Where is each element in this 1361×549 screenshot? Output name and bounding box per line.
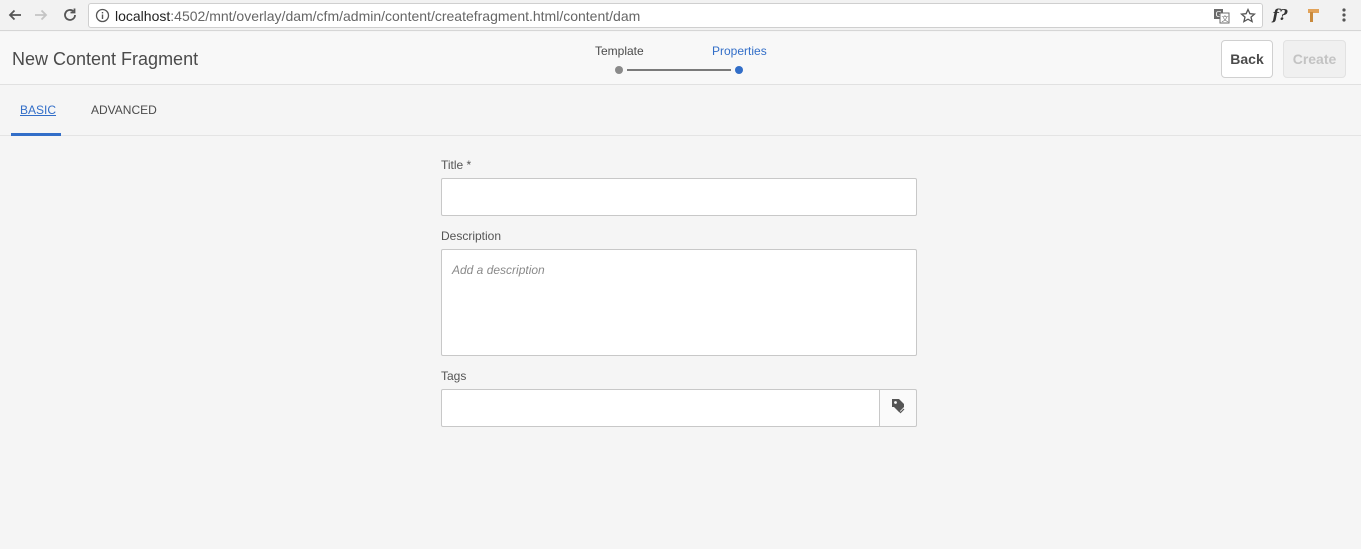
forward-arrow-icon[interactable] [30, 4, 52, 26]
more-vert-icon[interactable] [1333, 5, 1355, 25]
step-template-label: Template [595, 44, 644, 58]
tag-icon [890, 397, 906, 420]
description-placeholder: Add a description [452, 263, 545, 277]
tags-label: Tags [441, 369, 467, 383]
step-properties-label: Properties [712, 44, 767, 58]
back-arrow-icon[interactable] [4, 4, 26, 26]
address-bar[interactable]: localhost:4502/mnt/overlay/dam/cfm/admin… [88, 3, 1263, 28]
tags-input[interactable] [441, 389, 880, 427]
tag-picker-button[interactable] [879, 389, 917, 427]
app-header: New Content Fragment Template Properties… [0, 32, 1361, 85]
create-button[interactable]: Create [1283, 40, 1346, 78]
step-connector [627, 69, 731, 71]
info-icon[interactable] [95, 8, 110, 28]
step-properties-dot [735, 66, 743, 74]
url-path: :4502/mnt/overlay/dam/cfm/admin/content/… [170, 8, 641, 24]
tab-bar: BASIC ADVANCED [0, 86, 1361, 136]
translate-icon[interactable]: G文 [1213, 8, 1230, 29]
step-template-dot [615, 66, 623, 74]
title-label: Title * [441, 158, 472, 172]
title-input[interactable] [441, 178, 917, 216]
browser-toolbar: localhost:4502/mnt/overlay/dam/cfm/admin… [0, 0, 1361, 31]
tab-basic[interactable]: BASIC [20, 103, 56, 117]
url-host: localhost [115, 8, 171, 24]
tab-advanced[interactable]: ADVANCED [91, 103, 157, 117]
wizard-steps: Template Properties [590, 44, 780, 76]
page-title: New Content Fragment [12, 49, 199, 69]
svg-text:文: 文 [1222, 14, 1229, 23]
star-icon[interactable] [1239, 7, 1257, 29]
back-button[interactable]: Back [1221, 40, 1273, 78]
hammer-extension-icon[interactable] [1302, 5, 1324, 25]
function-extension-label: f? [1272, 6, 1288, 24]
description-textarea[interactable]: Add a description [441, 249, 917, 356]
active-tab-indicator [11, 133, 61, 136]
url-text: localhost:4502/mnt/overlay/dam/cfm/admin… [115, 8, 640, 24]
description-label: Description [441, 229, 502, 243]
reload-icon[interactable] [59, 4, 81, 26]
function-extension-icon[interactable]: f? [1269, 5, 1291, 25]
